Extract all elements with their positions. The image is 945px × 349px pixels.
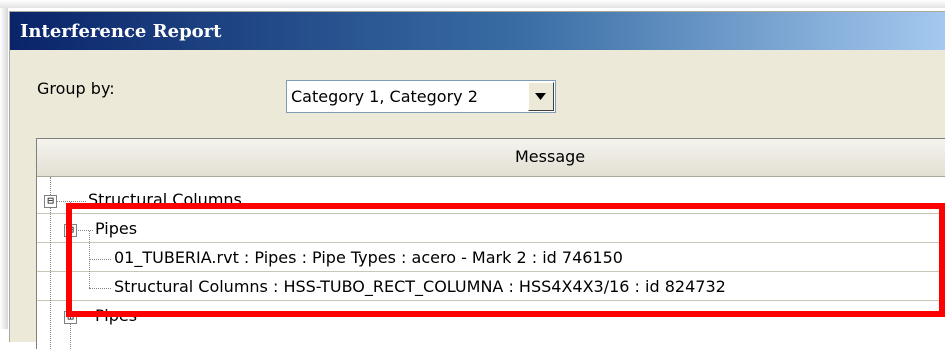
group-by-label: Group by: xyxy=(37,79,115,98)
chevron-down-icon xyxy=(535,93,546,100)
column-header-message[interactable]: Message xyxy=(37,139,945,177)
group-by-selected-value: Category 1, Category 2 xyxy=(291,87,478,106)
collapse-toggle-icon[interactable]: ⊟ xyxy=(44,195,57,208)
window-shadow-top xyxy=(0,0,945,8)
tree-connector xyxy=(54,201,86,202)
title-bar[interactable]: Interference Report xyxy=(10,12,945,50)
group-by-dropdown[interactable]: Category 1, Category 2 xyxy=(286,80,556,113)
window-title: Interference Report xyxy=(20,21,222,42)
dropdown-arrow-button[interactable] xyxy=(528,82,554,111)
column-header-label: Message xyxy=(515,147,586,166)
window-shadow-left xyxy=(0,0,8,329)
highlight-annotation-box xyxy=(66,203,945,317)
